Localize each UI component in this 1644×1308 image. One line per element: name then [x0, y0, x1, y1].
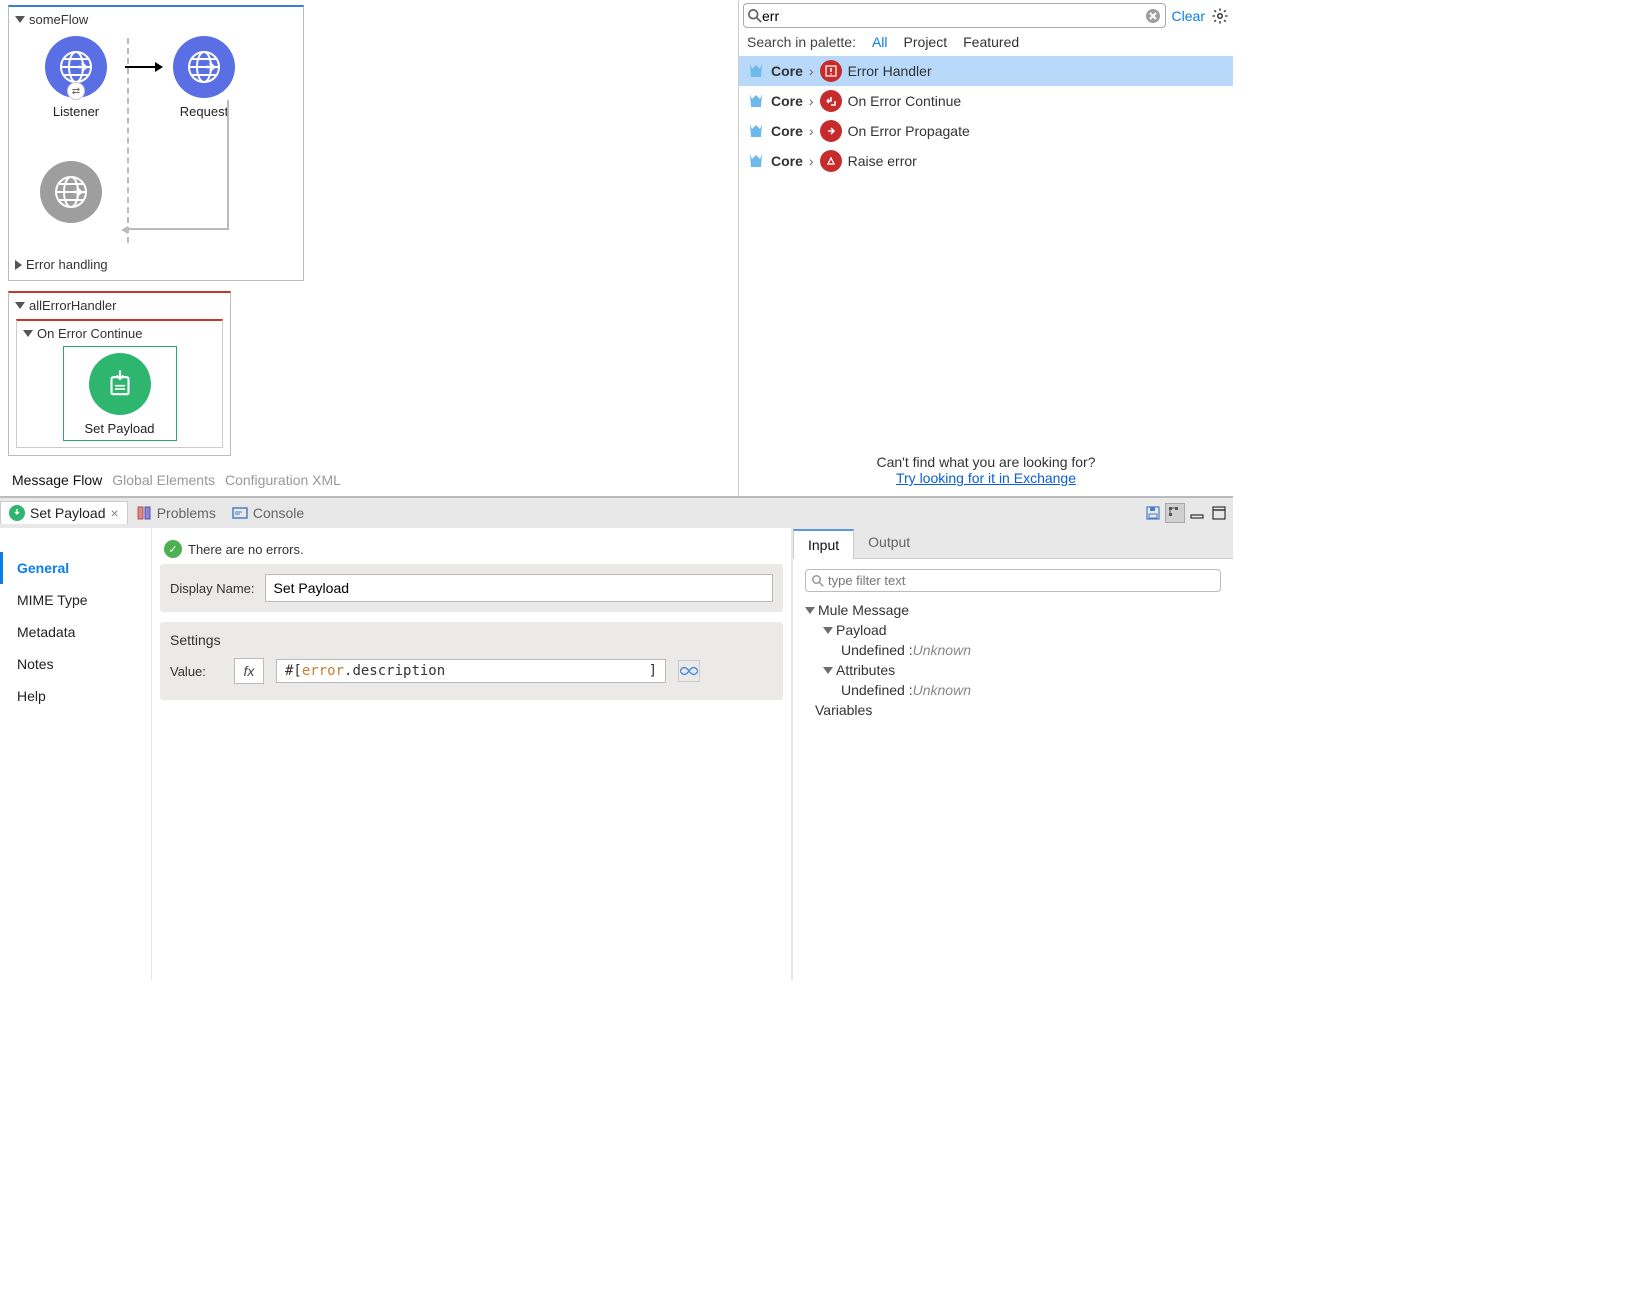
- settings-label: Settings: [170, 632, 773, 648]
- arrow-icon: [125, 66, 155, 68]
- filter-all[interactable]: All: [872, 34, 888, 50]
- flow-allerrorhandler[interactable]: allErrorHandler On Error Continue: [8, 291, 231, 456]
- tree-attributes[interactable]: Attributes: [823, 660, 1221, 680]
- tab-global-elements[interactable]: Global Elements: [112, 472, 215, 488]
- display-name-label: Display Name:: [170, 581, 255, 596]
- nav-notes[interactable]: Notes: [0, 648, 151, 680]
- minimize-icon[interactable]: [1187, 503, 1207, 523]
- palette-item-on-error-propagate[interactable]: Core › On Error Propagate: [739, 116, 1233, 146]
- node-listener[interactable]: ⇄ Listener: [31, 36, 121, 119]
- tree-mule-message[interactable]: Mule Message: [805, 600, 1221, 620]
- mule-icon: [747, 152, 765, 170]
- gear-icon[interactable]: [1211, 7, 1229, 25]
- error-icon: [820, 60, 842, 82]
- tree-icon[interactable]: [1165, 503, 1185, 523]
- tab-console[interactable]: Console: [224, 502, 312, 524]
- document-download-icon: [103, 367, 137, 401]
- canvas[interactable]: someFlow: [0, 0, 738, 496]
- error-icon: [820, 90, 842, 112]
- properties-nav: General MIME Type Metadata Notes Help: [0, 528, 152, 981]
- node-error[interactable]: [31, 161, 111, 223]
- palette-item-raise-error[interactable]: Core › Raise error: [739, 146, 1233, 176]
- value-label: Value:: [170, 664, 222, 679]
- chevron-right-icon: ›: [809, 93, 814, 109]
- error-icon: [820, 120, 842, 142]
- properties-panel: Set Payload × Problems Console: [0, 496, 1233, 981]
- chevron-right-icon: ›: [809, 63, 814, 79]
- clear-field-icon[interactable]: [1145, 8, 1161, 24]
- nav-help[interactable]: Help: [0, 680, 151, 712]
- palette-search-input[interactable]: [762, 8, 1145, 24]
- flow-header[interactable]: someFlow: [13, 11, 299, 30]
- tab-set-payload[interactable]: Set Payload ×: [0, 501, 128, 524]
- expand-icon[interactable]: [15, 302, 25, 309]
- search-icon: [812, 575, 824, 587]
- palette-search[interactable]: [743, 3, 1166, 28]
- exchange-badge-icon: ⇄: [67, 82, 85, 100]
- globe-icon: [56, 47, 96, 87]
- on-error-continue-box[interactable]: On Error Continue Set Payload: [16, 319, 223, 448]
- console-icon: [232, 505, 248, 521]
- maximize-icon[interactable]: [1209, 503, 1229, 523]
- filter-project[interactable]: Project: [904, 34, 948, 50]
- expand-icon[interactable]: [15, 16, 25, 23]
- chevron-right-icon: ›: [809, 123, 814, 139]
- expand-icon[interactable]: [23, 330, 33, 337]
- exchange-link[interactable]: Try looking for it in Exchange: [896, 470, 1076, 486]
- palette-item-error-handler[interactable]: Core › Error Handler: [739, 56, 1233, 86]
- set-payload-icon: [9, 505, 25, 521]
- clear-button[interactable]: Clear: [1172, 8, 1205, 24]
- metadata-tree: Mule Message Payload Undefined : Unknown…: [805, 600, 1221, 720]
- error-handling-section[interactable]: Error handling: [13, 253, 299, 276]
- fx-button[interactable]: fx: [234, 658, 264, 684]
- palette-list: Core › Error Handler Core › On Error Con…: [739, 56, 1233, 446]
- flow-title: someFlow: [29, 12, 88, 27]
- search-icon: [748, 9, 762, 23]
- tab-message-flow[interactable]: Message Flow: [12, 472, 102, 488]
- canvas-tabs: Message Flow Global Elements Configurati…: [8, 466, 730, 492]
- palette-panel: Clear Search in palette: All Project Fea…: [738, 0, 1233, 496]
- filter-input[interactable]: [828, 573, 1214, 588]
- palette-item-on-error-continue[interactable]: Core › On Error Continue: [739, 86, 1233, 116]
- error-icon: [820, 150, 842, 172]
- close-icon[interactable]: ×: [111, 505, 119, 521]
- errors-message: There are no errors.: [188, 542, 304, 557]
- mule-icon: [747, 62, 765, 80]
- tree-payload-value[interactable]: Undefined : Unknown: [841, 640, 1221, 660]
- nav-mime-type[interactable]: MIME Type: [0, 584, 151, 616]
- save-icon[interactable]: [1143, 503, 1163, 523]
- mule-icon: [747, 92, 765, 110]
- chevron-right-icon: ›: [809, 153, 814, 169]
- tree-variables[interactable]: Variables: [805, 700, 1221, 720]
- filter-box[interactable]: [805, 569, 1221, 592]
- filter-featured[interactable]: Featured: [963, 34, 1019, 50]
- dataweave-icon[interactable]: [678, 660, 700, 682]
- nav-general[interactable]: General: [0, 552, 151, 584]
- tab-input[interactable]: Input: [793, 529, 854, 559]
- tree-payload[interactable]: Payload: [823, 620, 1221, 640]
- ok-icon: ✓: [164, 540, 182, 558]
- globe-icon: [51, 172, 91, 212]
- value-input[interactable]: #[ error .description ]: [276, 659, 666, 683]
- display-name-input[interactable]: [265, 574, 773, 602]
- expand-icon[interactable]: [15, 260, 22, 270]
- mule-icon: [747, 122, 765, 140]
- nav-metadata[interactable]: Metadata: [0, 616, 151, 648]
- globe-icon: [184, 47, 224, 87]
- tree-attributes-value[interactable]: Undefined : Unknown: [841, 680, 1221, 700]
- tab-output[interactable]: Output: [854, 528, 924, 558]
- tab-configuration-xml[interactable]: Configuration XML: [225, 472, 341, 488]
- problems-icon: [136, 505, 152, 521]
- flow-someflow[interactable]: someFlow: [8, 5, 304, 281]
- filter-label: Search in palette:: [747, 34, 856, 50]
- palette-footer-text: Can't find what you are looking for?: [743, 454, 1229, 470]
- node-set-payload[interactable]: Set Payload: [63, 346, 177, 441]
- tab-problems[interactable]: Problems: [128, 502, 224, 524]
